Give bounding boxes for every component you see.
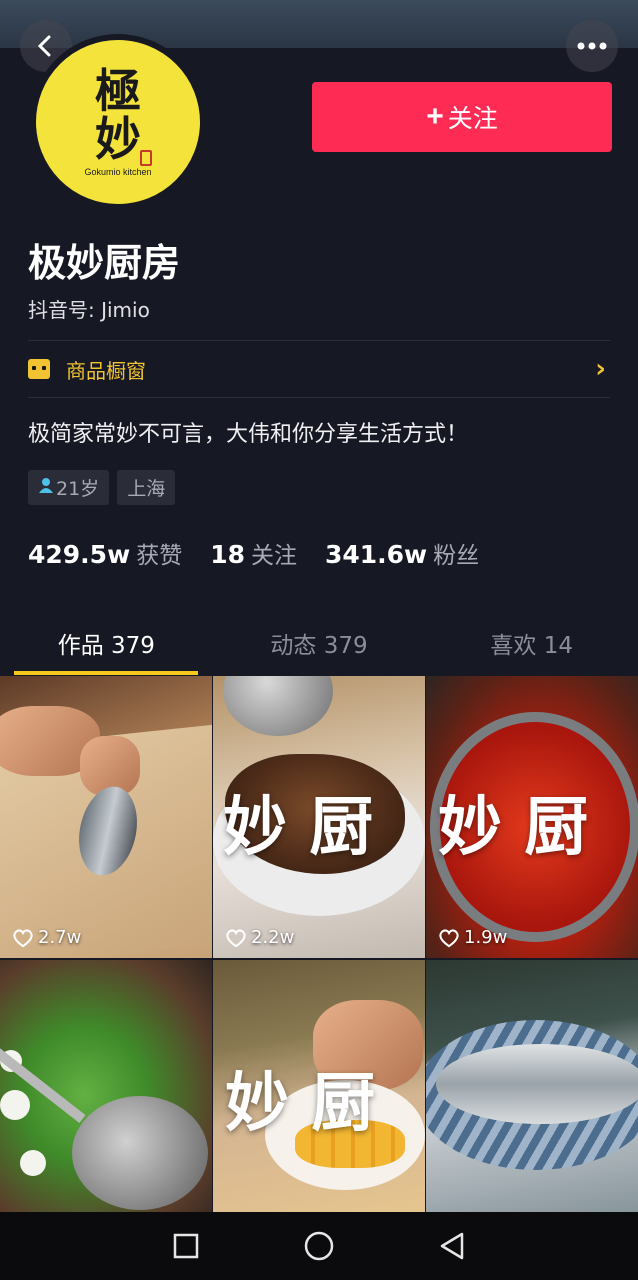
video-thumbnail[interactable]: 妙 厨 2.2w [213,676,425,958]
following-stat[interactable]: 18 关注 [210,536,297,570]
likes-count: 429.5w [28,540,131,569]
tab-works[interactable]: 作品 379 [0,612,213,674]
following-count: 18 [210,540,245,569]
video-overlay-text: 妙 厨 [223,790,374,865]
video-thumbnail[interactable]: 妙 厨 [213,960,425,1230]
following-label: 关注 [250,543,297,569]
location-tag: 上海 [117,470,176,505]
active-tab-indicator [14,671,198,675]
video-thumbnail[interactable]: 妙 厨 1.9w [426,676,638,958]
heart-icon [439,928,459,947]
video-thumbnail[interactable]: 2.7w [0,676,212,958]
shop-icon [28,359,50,379]
tab-activity[interactable]: 动态 379 [213,612,426,674]
fans-label: 粉丝 [433,543,480,569]
like-count: 2.7w [12,927,81,948]
ladle [72,1096,208,1210]
heart-icon [13,928,33,947]
more-button[interactable] [566,20,618,72]
system-nav-bar [0,1212,638,1280]
triangle-back-icon [440,1232,463,1260]
profile-name: 极妙厨房 [28,241,181,285]
video-overlay-text: 妙 厨 [225,1066,376,1141]
ladle [223,676,333,736]
chevron-left-icon [37,35,51,57]
fans-count: 341.6w [324,540,428,569]
home-button[interactable] [299,1226,339,1266]
fish [436,1044,638,1124]
video-thumbnail[interactable] [0,960,212,1230]
avatar[interactable]: 極 妙 Gokumio kitchen [30,34,206,210]
like-count: 2.2w [225,927,294,948]
shop-window-label: 商品橱窗 [66,358,146,383]
profile-page: 極 妙 Gokumio kitchen + 关注 极妙厨房 抖音号: Jimio… [0,0,638,1280]
location-text: 上海 [127,478,166,500]
divider [28,397,610,398]
like-count: 1.9w [438,927,507,948]
onion [20,1150,46,1176]
system-back-button[interactable] [432,1226,472,1266]
follow-label: 关注 [447,105,498,133]
profile-tabs: 作品 379 动态 379 喜欢 14 [0,612,638,674]
like-count-text: 2.2w [251,927,295,948]
divider [28,340,610,341]
stats-row: 429.5w 获赞 18 关注 341.6w 粉丝 [28,536,507,570]
video-thumbnail[interactable] [426,960,638,1230]
avatar-caption: Gokumio kitchen [84,167,152,177]
avatar-logo-top: 極 [95,64,141,118]
heart-icon [226,928,246,947]
onion [0,1090,30,1120]
person-icon [38,477,54,498]
video-overlay-text: 妙 厨 [438,790,589,865]
bio: 极简家常妙不可言，大伟和你分享生活方式！ [28,422,469,447]
fans-stat[interactable]: 341.6w 粉丝 [325,536,479,570]
square-recents-icon [174,1233,199,1259]
likes-stat: 429.5w 获赞 [28,536,182,570]
avatar-logo-bottom: 妙 [95,112,141,166]
more-horizontal-icon [577,42,607,50]
circle-home-icon [304,1231,334,1261]
chevron-right-icon: › [595,354,606,384]
recents-button[interactable] [166,1226,206,1266]
profile-tags: 21岁 上海 [28,470,176,505]
seal-icon [140,150,152,166]
likes-label: 获赞 [136,543,183,569]
follow-button[interactable]: + 关注 [312,82,612,152]
shop-window-row[interactable]: 商品橱窗 › [28,344,610,394]
video-grid: 2.7w 妙 厨 2.2w 妙 厨 1.9w 妙 厨 [0,676,638,1230]
plus-icon: + [426,100,444,133]
age-text: 21岁 [56,478,100,500]
like-count-text: 2.7w [38,927,82,948]
tab-likes[interactable]: 喜欢 14 [425,612,638,674]
like-count-text: 1.9w [464,927,508,948]
age-tag: 21岁 [28,470,110,505]
douyin-id: 抖音号: Jimio [28,298,150,322]
